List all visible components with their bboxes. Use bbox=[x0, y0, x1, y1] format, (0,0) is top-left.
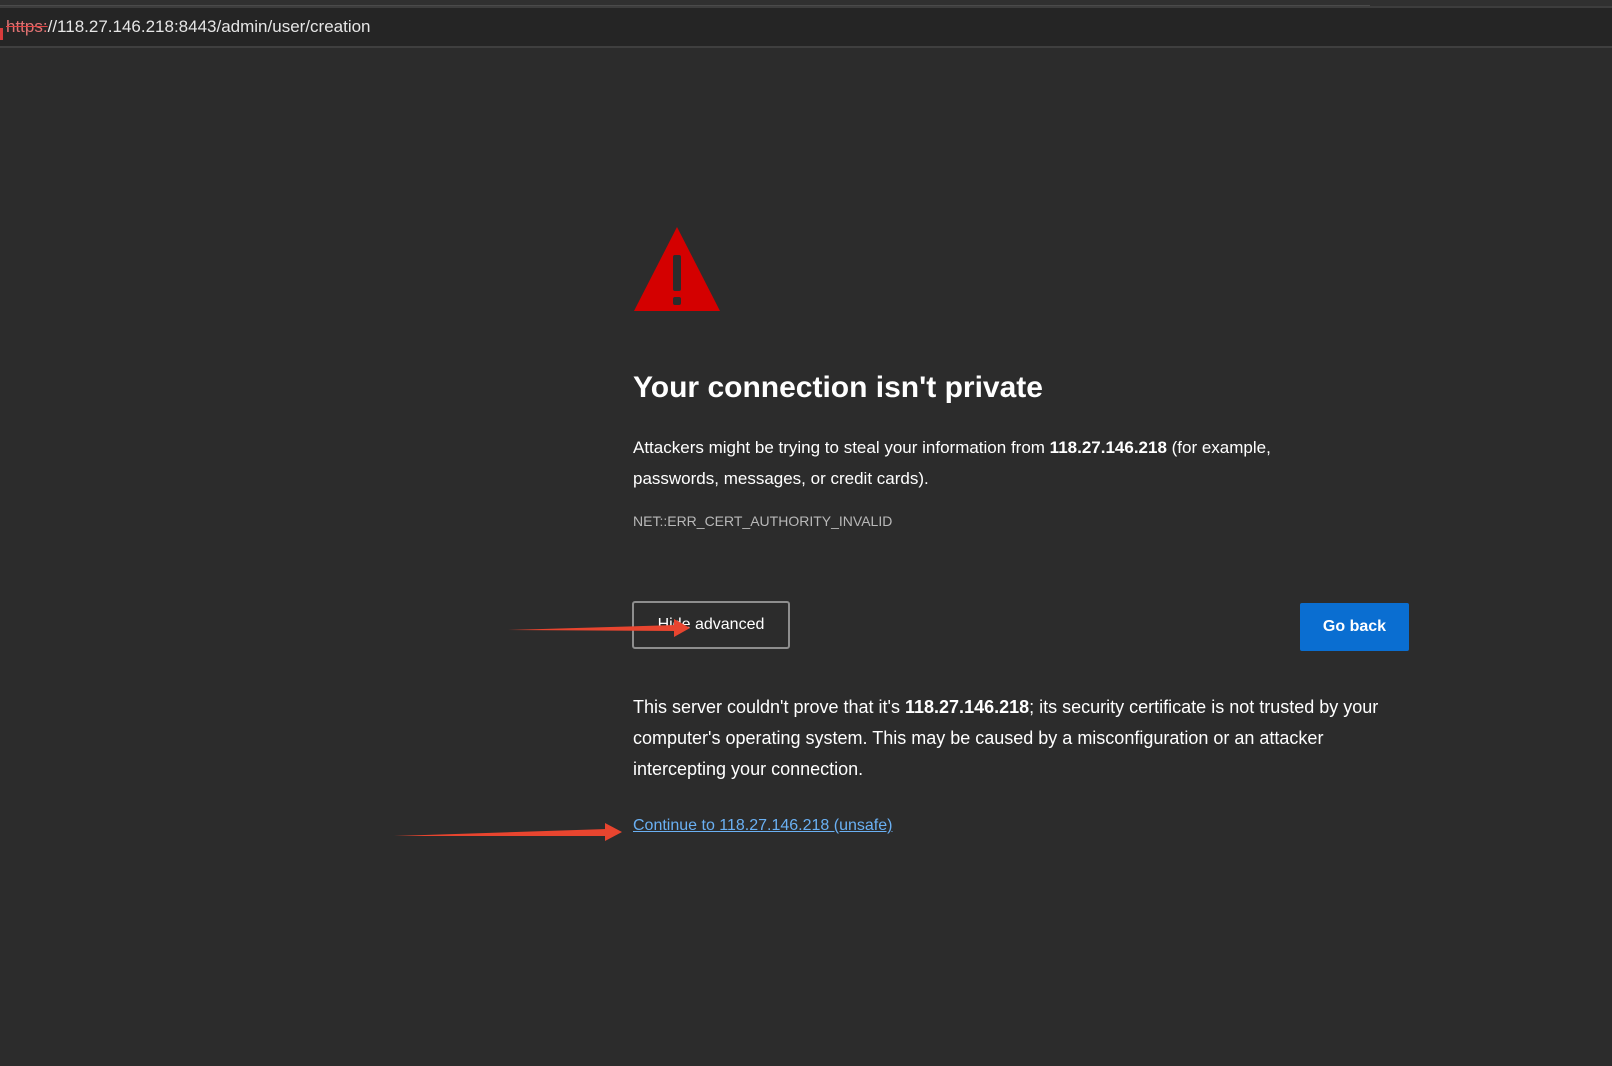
details-host: 118.27.146.218 bbox=[905, 697, 1030, 717]
certificate-details: This server couldn't prove that it's 118… bbox=[633, 692, 1413, 785]
not-secure-indicator bbox=[0, 28, 3, 40]
page-title: Your connection isn't private bbox=[633, 371, 1043, 404]
address-bar[interactable]: https://118.27.146.218:8443/admin/user/c… bbox=[0, 6, 1612, 48]
url-path: //118.27.146.218:8443/admin/user/creatio… bbox=[47, 17, 371, 36]
url-text[interactable]: https://118.27.146.218:8443/admin/user/c… bbox=[6, 17, 371, 37]
url-scheme: https: bbox=[6, 17, 48, 36]
description-text: Attackers might be trying to steal your … bbox=[633, 438, 1050, 457]
hide-advanced-button[interactable]: Hide advanced bbox=[632, 601, 790, 649]
continue-unsafe-link[interactable]: Continue to 118.27.146.218 (unsafe) bbox=[633, 817, 892, 835]
go-back-button[interactable]: Go back bbox=[1300, 603, 1409, 651]
details-text: This server couldn't prove that it's bbox=[633, 697, 905, 717]
browser-window: https://118.27.146.218:8443/admin/user/c… bbox=[0, 0, 1612, 1066]
warning-description: Attackers might be trying to steal your … bbox=[633, 432, 1353, 494]
annotation-arrows bbox=[394, 619, 690, 841]
error-code: NET::ERR_CERT_AUTHORITY_INVALID bbox=[633, 513, 893, 529]
address-bar-divider bbox=[0, 6, 1612, 8]
annotation-arrow-continue bbox=[394, 823, 622, 841]
description-host: 118.27.146.218 bbox=[1049, 438, 1167, 457]
warning-triangle-icon bbox=[634, 227, 720, 311]
